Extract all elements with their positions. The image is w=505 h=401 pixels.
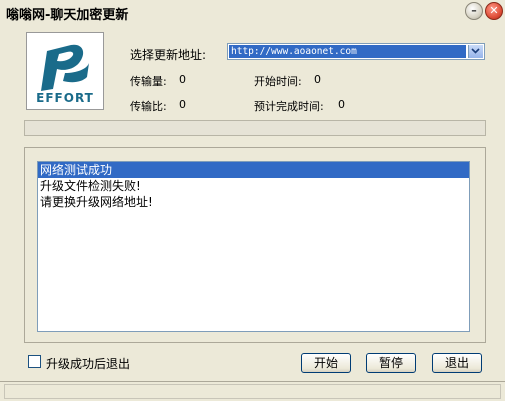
- transfer-ratio-label: 传输比:: [130, 100, 167, 113]
- status-text: [4, 384, 501, 399]
- transfer-ratio-value: 0: [179, 98, 186, 111]
- estimated-finish-label: 预计完成时间:: [254, 100, 324, 113]
- start-time-value: 0: [314, 73, 321, 86]
- start-time-label: 开始时间:: [254, 75, 302, 88]
- update-address-select[interactable]: http://www.aoaonet.com: [227, 43, 485, 60]
- pause-button[interactable]: 暂停: [366, 353, 416, 373]
- window-title: 嗡嗡网-聊天加密更新: [6, 8, 129, 23]
- effort-logo: EFFORT: [26, 32, 104, 110]
- minimize-icon: –: [471, 4, 477, 17]
- dropdown-button[interactable]: [468, 45, 483, 58]
- update-address-label: 选择更新地址:: [130, 48, 207, 62]
- exit-button[interactable]: 退出: [432, 353, 482, 373]
- status-bar: [0, 381, 505, 401]
- transfer-amount-value: 0: [179, 73, 186, 86]
- title-bar[interactable]: 嗡嗡网-聊天加密更新 – ✕: [0, 0, 505, 24]
- minimize-button[interactable]: –: [465, 2, 483, 20]
- close-button[interactable]: ✕: [485, 2, 503, 20]
- close-icon: ✕: [489, 4, 499, 17]
- list-item[interactable]: 请更换升级网络地址!: [38, 194, 469, 210]
- logo-text: EFFORT: [36, 91, 94, 105]
- list-item[interactable]: 升级文件检测失败!: [38, 178, 469, 194]
- log-list[interactable]: 网络测试成功 升级文件检测失败! 请更换升级网络地址!: [37, 161, 470, 332]
- list-item[interactable]: 网络测试成功: [38, 162, 469, 178]
- exit-after-upgrade-label[interactable]: 升级成功后退出: [46, 355, 130, 372]
- exit-after-upgrade-checkbox[interactable]: [28, 355, 41, 368]
- progress-bar: [24, 120, 486, 136]
- transfer-amount-label: 传输量:: [130, 75, 167, 88]
- estimated-finish-value: 0: [338, 98, 345, 111]
- chevron-down-icon: [471, 48, 480, 54]
- start-button[interactable]: 开始: [301, 353, 351, 373]
- update-address-value: http://www.aoaonet.com: [229, 45, 466, 58]
